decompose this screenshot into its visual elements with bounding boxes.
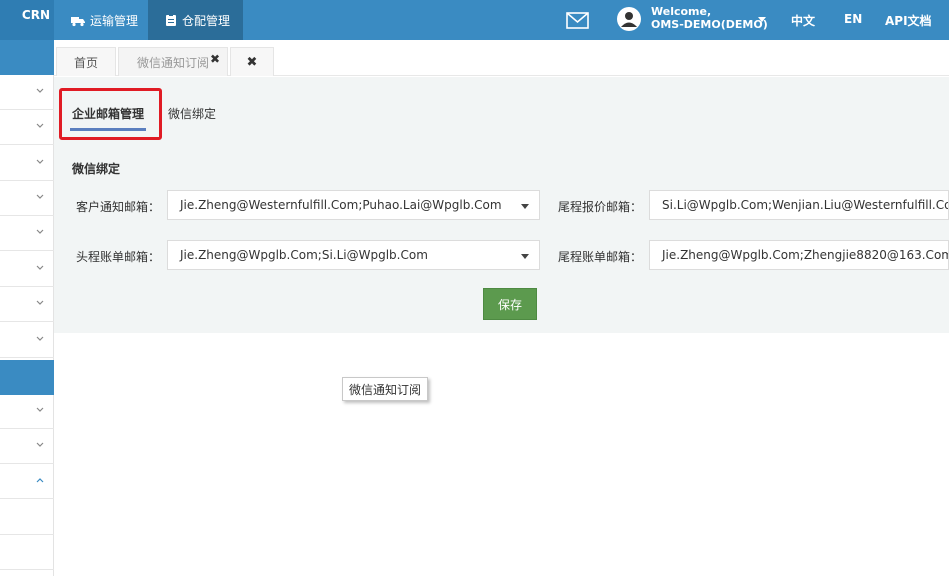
sidebar-item[interactable] xyxy=(0,394,54,429)
lastmile-quote-email-value: Si.Li@Wpglb.Com;Wenjian.Liu@Westernfulfi… xyxy=(662,198,949,212)
section-title: 微信绑定 xyxy=(72,162,121,176)
sidebar-item[interactable] xyxy=(0,216,54,251)
close-icon: ✖ xyxy=(246,54,258,70)
chevron-down-icon xyxy=(36,88,44,93)
nav-warehouse[interactable]: 仓配管理 xyxy=(148,0,243,40)
username-text: OMS-DEMO(DEMO) xyxy=(651,18,768,31)
close-icon[interactable]: ✖ xyxy=(210,52,220,66)
sidebar-section-header[interactable] xyxy=(0,360,54,395)
firstleg-bill-email-select[interactable]: Jie.Zheng@Wpglb.Com;Si.Li@Wpglb.Com xyxy=(167,240,540,270)
welcome-text: Welcome, xyxy=(651,5,712,18)
sidebar-subitem[interactable] xyxy=(0,535,54,570)
sidebar xyxy=(0,40,54,576)
customer-notify-email-select[interactable]: Jie.Zheng@Westernfulfill.Com;Puhao.Lai@W… xyxy=(167,190,540,220)
sidebar-item[interactable] xyxy=(0,110,54,145)
sidebar-header[interactable] xyxy=(0,40,54,75)
tab-home-label: 首页 xyxy=(73,55,98,70)
close-all-tabs-button[interactable]: ✖ xyxy=(230,47,274,76)
chevron-down-icon xyxy=(36,300,44,305)
subtab-email-management[interactable]: 企业邮箱管理 xyxy=(72,105,144,122)
brand-logo[interactable]: CRN xyxy=(0,0,54,40)
sidebar-item-expanded[interactable] xyxy=(0,464,54,499)
lang-en-link[interactable]: EN xyxy=(844,12,862,26)
user-avatar-icon[interactable] xyxy=(617,7,641,31)
sidebar-item[interactable] xyxy=(0,429,54,464)
sidebar-item[interactable] xyxy=(0,323,54,358)
chevron-down-icon xyxy=(36,123,44,128)
page-tabbar: 首页 微信通知订阅 ✖ ✖ xyxy=(54,40,949,76)
brand-text: CRN xyxy=(21,8,50,22)
active-tab-indicator xyxy=(70,128,146,131)
nav-warehouse-label: 仓配管理 xyxy=(182,13,231,28)
chevron-down-icon xyxy=(36,442,44,447)
chevron-up-icon xyxy=(36,478,44,483)
chevron-down-icon xyxy=(36,407,44,412)
mail-icon[interactable] xyxy=(566,12,589,29)
truck-icon xyxy=(71,17,85,27)
tab-wechat-label: 微信通知订阅 xyxy=(136,55,209,70)
chevron-down-icon xyxy=(521,254,529,259)
chevron-down-icon xyxy=(521,204,529,209)
tooltip: 微信通知订阅 xyxy=(342,377,429,401)
lastmile-bill-email-value: Jie.Zheng@Wpglb.Com;Zhengjie8820@163.Com xyxy=(662,248,949,262)
lastmile-quote-email-select[interactable]: Si.Li@Wpglb.Com;Wenjian.Liu@Westernfulfi… xyxy=(649,190,949,220)
sidebar-item[interactable] xyxy=(0,146,54,181)
chevron-down-icon xyxy=(36,194,44,199)
sidebar-item[interactable] xyxy=(0,287,54,322)
subtab-wechat-binding[interactable]: 微信绑定 xyxy=(168,105,216,122)
firstleg-bill-email-label: 头程账单邮箱： xyxy=(76,250,161,264)
chevron-down-icon xyxy=(36,159,44,164)
chevron-down-icon xyxy=(36,265,44,270)
save-button[interactable]: 保存 xyxy=(483,288,537,320)
chevron-down-icon xyxy=(36,229,44,234)
sidebar-item[interactable] xyxy=(0,252,54,287)
top-navbar: CRN 运输管理 仓配管理 Welcome, OMS-DEMO(DEMO) 中文… xyxy=(0,0,949,40)
customer-notify-email-label: 客户通知邮箱： xyxy=(76,200,161,214)
tab-wechat-subscription[interactable]: 微信通知订阅 ✖ xyxy=(118,47,228,76)
welcome-user-menu[interactable]: Welcome, OMS-DEMO(DEMO) xyxy=(651,5,768,31)
firstleg-bill-email-value: Jie.Zheng@Wpglb.Com;Si.Li@Wpglb.Com xyxy=(180,248,428,262)
api-docs-link[interactable]: API文档 xyxy=(885,12,932,29)
sidebar-subitem[interactable] xyxy=(0,500,54,535)
clipboard-icon xyxy=(166,14,176,26)
lastmile-bill-email-select[interactable]: Jie.Zheng@Wpglb.Com;Zhengjie8820@163.Com xyxy=(649,240,949,270)
sidebar-item[interactable] xyxy=(0,181,54,216)
lastmile-bill-email-label: 尾程账单邮箱： xyxy=(558,250,643,264)
chevron-down-icon xyxy=(36,336,44,341)
lastmile-quote-email-label: 尾程报价邮箱： xyxy=(558,200,643,214)
sidebar-item[interactable] xyxy=(0,75,54,110)
chevron-down-icon[interactable] xyxy=(758,17,766,22)
customer-notify-email-value: Jie.Zheng@Westernfulfill.Com;Puhao.Lai@W… xyxy=(180,198,502,212)
main-content: 企业邮箱管理 微信绑定 微信绑定 客户通知邮箱： Jie.Zheng@Weste… xyxy=(54,77,949,333)
nav-transport-label: 运输管理 xyxy=(90,13,139,28)
nav-transport[interactable]: 运输管理 xyxy=(54,0,148,40)
tab-home[interactable]: 首页 xyxy=(56,47,116,76)
lang-zh-link[interactable]: 中文 xyxy=(791,12,815,29)
